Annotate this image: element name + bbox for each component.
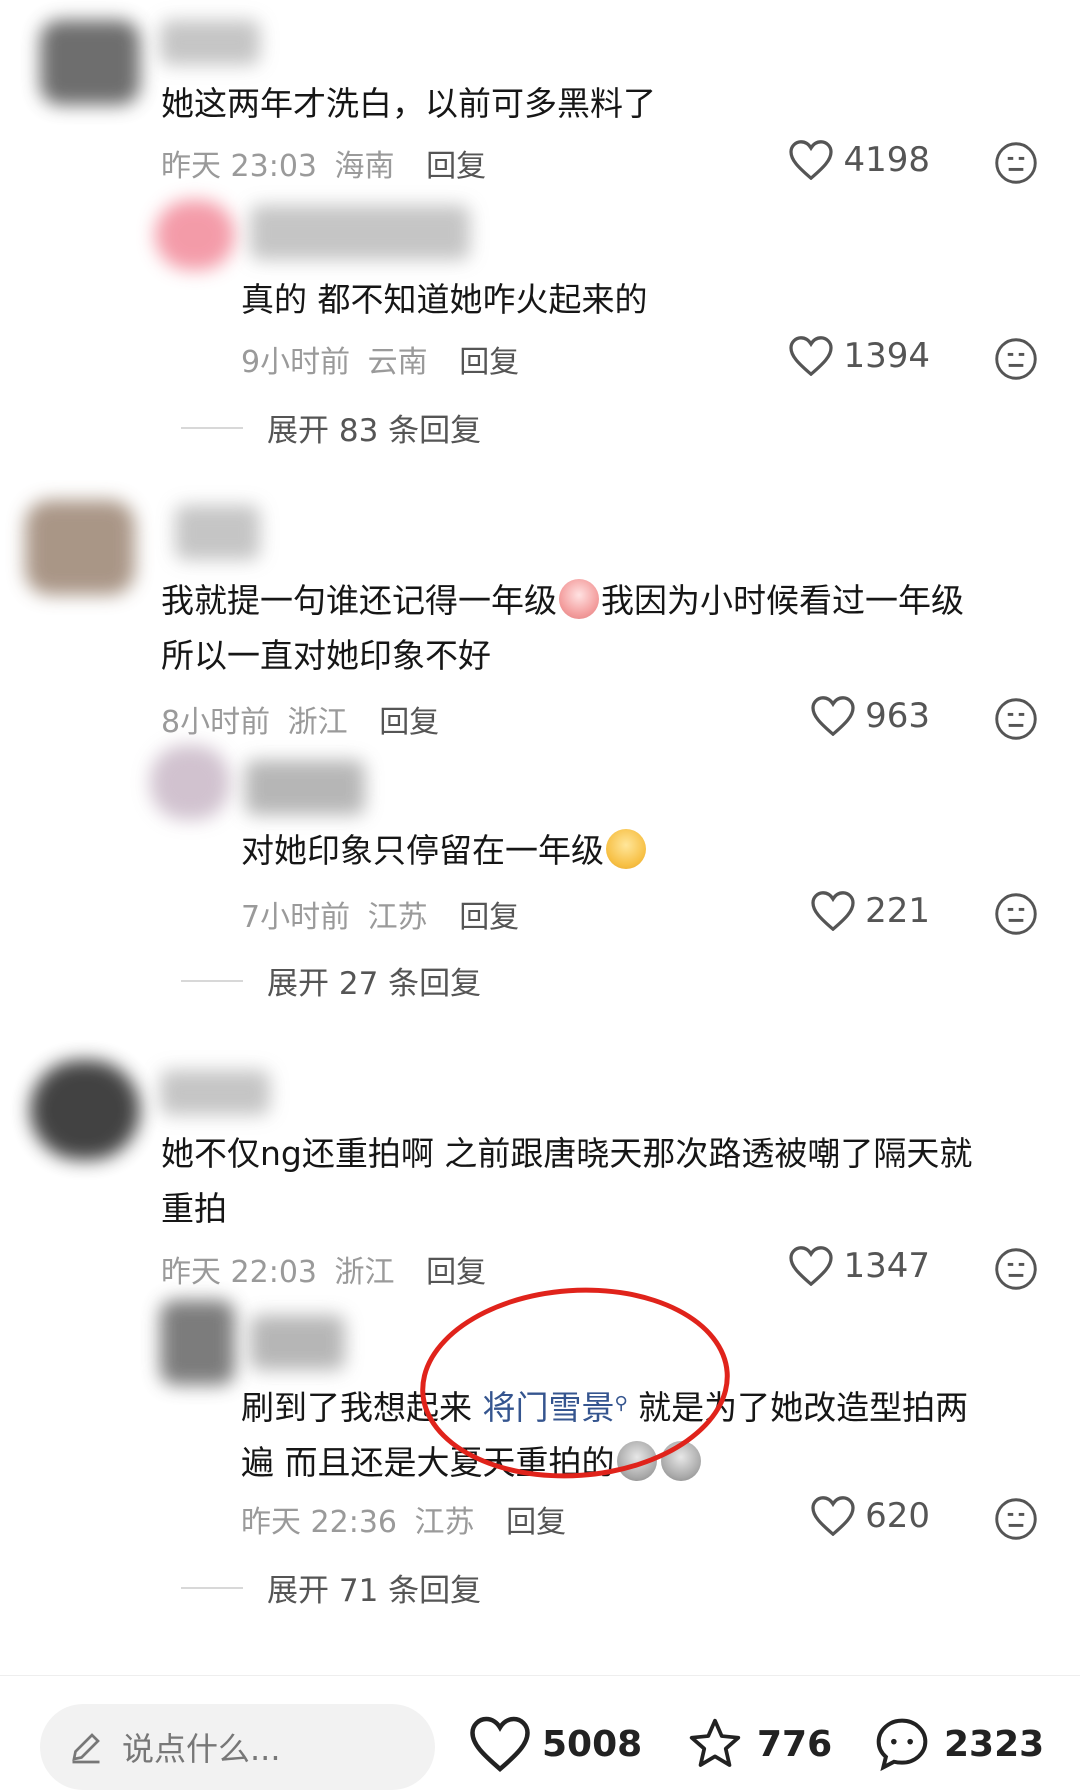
like-button[interactable]: 963 bbox=[780, 696, 930, 736]
comment-meta: 9小时前 云南 回复 bbox=[241, 345, 520, 380]
like-count: 1347 bbox=[843, 1246, 930, 1286]
dislike-icon[interactable] bbox=[994, 141, 1038, 185]
star-icon bbox=[689, 1718, 741, 1767]
heart-icon bbox=[470, 1716, 530, 1772]
like-stat-button[interactable]: 5008 bbox=[470, 1716, 642, 1772]
like-button[interactable]: 221 bbox=[780, 891, 930, 931]
dislike-icon[interactable] bbox=[994, 1247, 1038, 1291]
like-count: 5008 bbox=[542, 1723, 643, 1765]
avatar-blurred[interactable] bbox=[25, 500, 135, 595]
comment-input[interactable]: 说点什么... bbox=[40, 1704, 435, 1790]
like-button[interactable]: 4198 bbox=[780, 140, 930, 180]
username-blurred[interactable] bbox=[250, 205, 470, 260]
avatar-blurred[interactable] bbox=[160, 1300, 235, 1385]
reply-button[interactable]: 回复 bbox=[459, 345, 519, 380]
reply-button[interactable]: 回复 bbox=[506, 1505, 566, 1540]
heart-icon bbox=[789, 1246, 834, 1286]
comment-meta: 昨天 22:03 浙江 回复 bbox=[161, 1255, 487, 1290]
heart-icon bbox=[811, 891, 855, 931]
avatar-blurred[interactable] bbox=[40, 20, 140, 105]
divider-line bbox=[181, 979, 243, 982]
heart-icon bbox=[811, 1496, 855, 1536]
comment-text: 她这两年才洗白，以前可多黑料了 bbox=[161, 84, 656, 123]
like-count: 221 bbox=[865, 891, 930, 931]
like-button[interactable]: 1394 bbox=[780, 336, 930, 376]
pencil-icon bbox=[72, 1733, 100, 1764]
comment-count: 2323 bbox=[944, 1723, 1045, 1765]
avatar-blurred[interactable] bbox=[150, 745, 230, 820]
username-blurred[interactable] bbox=[245, 760, 365, 815]
dislike-icon[interactable] bbox=[994, 337, 1038, 381]
comment-meta: 7小时前 江苏 回复 bbox=[241, 900, 520, 935]
like-button[interactable]: 620 bbox=[780, 1496, 930, 1536]
comment-meta: 昨天 23:03 海南 回复 bbox=[161, 149, 487, 184]
like-count: 620 bbox=[865, 1496, 930, 1536]
like-button[interactable]: 1347 bbox=[780, 1246, 930, 1286]
comment-meta: 8小时前 浙江 回复 bbox=[161, 705, 440, 740]
expand-replies-button[interactable]: 展开 27 条回复 bbox=[181, 958, 481, 1003]
dislike-icon[interactable] bbox=[994, 697, 1038, 741]
reply-button[interactable]: 回复 bbox=[459, 900, 519, 935]
like-count: 1394 bbox=[843, 336, 930, 376]
smiling-face-emoji-icon bbox=[606, 829, 646, 869]
reply-button[interactable]: 回复 bbox=[426, 1255, 486, 1290]
comment-text: 对她印象只停留在一年级 bbox=[241, 823, 648, 878]
comment-stat-button[interactable]: 2323 bbox=[872, 1716, 1044, 1772]
favorite-stat-button[interactable]: 776 bbox=[685, 1716, 832, 1772]
divider-line bbox=[181, 426, 243, 429]
username-blurred[interactable] bbox=[160, 20, 260, 65]
bottom-action-bar: 说点什么... 5008 776 2323 bbox=[0, 1675, 1080, 1790]
avatar-blurred[interactable] bbox=[155, 200, 235, 270]
heart-icon bbox=[811, 696, 855, 736]
crying-face-emoji-icon bbox=[559, 579, 599, 619]
comment-text: 我就提一句谁还记得一年级 我因为小时候看过一年级 所以一直对她印象不好 bbox=[161, 579, 964, 675]
dislike-icon[interactable] bbox=[994, 892, 1038, 936]
comment-meta: 昨天 22:36 江苏 回复 bbox=[241, 1505, 567, 1540]
like-count: 963 bbox=[865, 696, 930, 736]
heart-icon bbox=[789, 140, 834, 180]
expand-replies-button[interactable]: 展开 83 条回复 bbox=[181, 405, 481, 450]
expand-replies-button[interactable]: 展开 71 条回复 bbox=[181, 1565, 481, 1610]
like-count: 4198 bbox=[843, 140, 930, 180]
chat-bubble-icon bbox=[876, 1718, 928, 1772]
comment-text: 她不仅ng还重拍啊 之前跟唐晓天那次路透被嘲了隔天就 重拍 bbox=[161, 1134, 973, 1228]
dislike-icon[interactable] bbox=[994, 1497, 1038, 1541]
divider-line bbox=[181, 1586, 243, 1589]
comment-input-placeholder: 说点什么... bbox=[122, 1730, 281, 1768]
comment-text: 真的 都不知道她咋火起来的 bbox=[241, 280, 648, 319]
heart-icon bbox=[789, 336, 834, 376]
reply-button[interactable]: 回复 bbox=[379, 705, 439, 740]
username-blurred[interactable] bbox=[250, 1315, 345, 1370]
reply-button[interactable]: 回复 bbox=[426, 149, 486, 184]
username-blurred[interactable] bbox=[175, 505, 260, 560]
favorite-count: 776 bbox=[757, 1723, 833, 1765]
username-blurred[interactable] bbox=[160, 1070, 270, 1115]
avatar-blurred[interactable] bbox=[30, 1060, 140, 1160]
